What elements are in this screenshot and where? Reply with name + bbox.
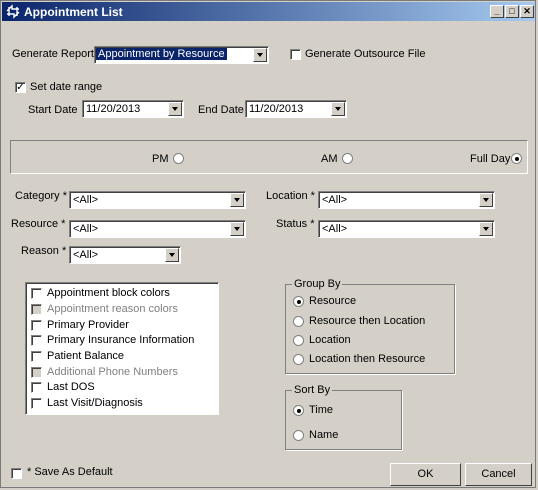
appointment-list-window: Appointment List _ □ ✕ Generate Report: … [0, 0, 536, 488]
chevron-down-icon[interactable] [165, 248, 179, 262]
save-as-default-label: * Save As Default [27, 466, 113, 478]
window-title: Appointment List [24, 5, 123, 19]
group-by-group: Group By Resource Resource then Location… [285, 278, 455, 374]
start-date-value: 11/20/2013 [86, 103, 141, 115]
option-label: Appointment reason colors [47, 303, 178, 315]
reason-label: Reason * [21, 245, 67, 257]
sort-by-time-label: Time [309, 404, 334, 416]
chevron-down-icon[interactable] [253, 48, 267, 62]
report-options-list[interactable]: Appointment block colors Appointment rea… [25, 282, 219, 415]
checkmark-icon: ✓ [16, 82, 25, 93]
set-date-range-label: Set date range [30, 81, 103, 93]
location-value: <All> [322, 194, 348, 206]
sort-by-name-radio[interactable] [293, 430, 304, 441]
maximize-icon: □ [509, 6, 515, 16]
status-label: Status * [276, 218, 315, 230]
reason-value: <All> [73, 249, 99, 261]
sort-by-time-radio[interactable] [293, 405, 304, 416]
minimize-button[interactable]: _ [490, 5, 504, 18]
sort-by-group: Sort By Time Name [285, 384, 402, 450]
chevron-down-icon[interactable] [230, 193, 244, 207]
generate-report-select[interactable]: Appointment by Resource [94, 46, 269, 64]
option-checkbox[interactable] [31, 351, 42, 362]
option-label: Last Visit/Diagnosis [47, 397, 143, 409]
cancel-button[interactable]: Cancel [465, 463, 532, 486]
location-select[interactable]: <All> [318, 191, 495, 209]
category-select[interactable]: <All> [69, 191, 246, 209]
generate-outsource-label: Generate Outsource File [305, 48, 426, 60]
end-date-picker[interactable]: 11/20/2013 [245, 100, 347, 118]
minimize-icon: _ [494, 6, 500, 16]
group-by-resource-location-label: Resource then Location [309, 315, 426, 327]
end-date-label: End Date [198, 104, 244, 116]
location-label: Location * [266, 190, 315, 202]
status-value: <All> [322, 223, 348, 235]
end-date-value: 11/20/2013 [249, 103, 304, 115]
category-label: Category * [15, 190, 67, 202]
option-checkbox[interactable] [31, 382, 42, 393]
option-label: Appointment block colors [47, 287, 170, 299]
chevron-down-icon[interactable] [331, 102, 345, 116]
option-label: Primary Insurance Information [47, 334, 195, 346]
start-date-picker[interactable]: 11/20/2013 [82, 100, 184, 118]
full-day-label: Full Day [470, 153, 511, 165]
ok-button[interactable]: OK [390, 463, 461, 486]
status-select[interactable]: <All> [318, 220, 495, 238]
group-by-resource-label: Resource [309, 295, 357, 307]
pm-label: PM [152, 153, 169, 165]
am-radio[interactable] [342, 153, 353, 164]
app-icon [6, 4, 20, 19]
option-label: Last DOS [47, 381, 95, 393]
save-as-default-checkbox[interactable] [11, 468, 22, 479]
group-by-location-resource-radio[interactable] [293, 354, 304, 365]
chevron-down-icon[interactable] [479, 193, 493, 207]
option-checkbox[interactable] [31, 398, 42, 409]
option-checkbox[interactable] [31, 335, 42, 346]
generate-outsource-checkbox[interactable] [290, 49, 301, 60]
chevron-down-icon[interactable] [168, 102, 182, 116]
option-label: Primary Provider [47, 319, 129, 331]
close-button[interactable]: ✕ [520, 5, 534, 18]
resource-label: Resource * [11, 218, 66, 230]
start-date-label: Start Date [28, 104, 78, 116]
time-of-day-panel [10, 140, 528, 174]
resource-value: <All> [73, 223, 99, 235]
group-by-location-label: Location [309, 334, 351, 346]
am-label: AM [321, 153, 338, 165]
option-checkbox [31, 304, 42, 315]
option-label: Additional Phone Numbers [47, 366, 178, 378]
chevron-down-icon[interactable] [230, 222, 244, 236]
reason-select[interactable]: <All> [69, 246, 181, 264]
set-date-range-checkbox[interactable]: ✓ [15, 82, 26, 93]
sort-by-title: Sort By [292, 384, 333, 396]
close-icon: ✕ [523, 6, 531, 16]
category-value: <All> [73, 194, 99, 206]
group-by-resource-location-radio[interactable] [293, 316, 304, 327]
generate-report-label: Generate Report: [12, 48, 97, 60]
option-label: Patient Balance [47, 350, 125, 362]
group-by-location-radio[interactable] [293, 335, 304, 346]
group-by-title: Group By [292, 278, 343, 290]
option-checkbox[interactable] [31, 320, 42, 331]
chevron-down-icon[interactable] [479, 222, 493, 236]
maximize-button[interactable]: □ [505, 5, 519, 18]
option-checkbox[interactable] [31, 288, 42, 299]
generate-report-value: Appointment by Resource [96, 48, 227, 60]
sort-by-name-label: Name [309, 429, 339, 441]
group-by-location-resource-label: Location then Resource [309, 353, 426, 365]
option-checkbox [31, 367, 42, 378]
resource-select[interactable]: <All> [69, 220, 246, 238]
full-day-radio[interactable] [511, 153, 522, 164]
group-by-resource-radio[interactable] [293, 296, 304, 307]
pm-radio[interactable] [173, 153, 184, 164]
title-bar: Appointment List _ □ ✕ [2, 2, 535, 21]
